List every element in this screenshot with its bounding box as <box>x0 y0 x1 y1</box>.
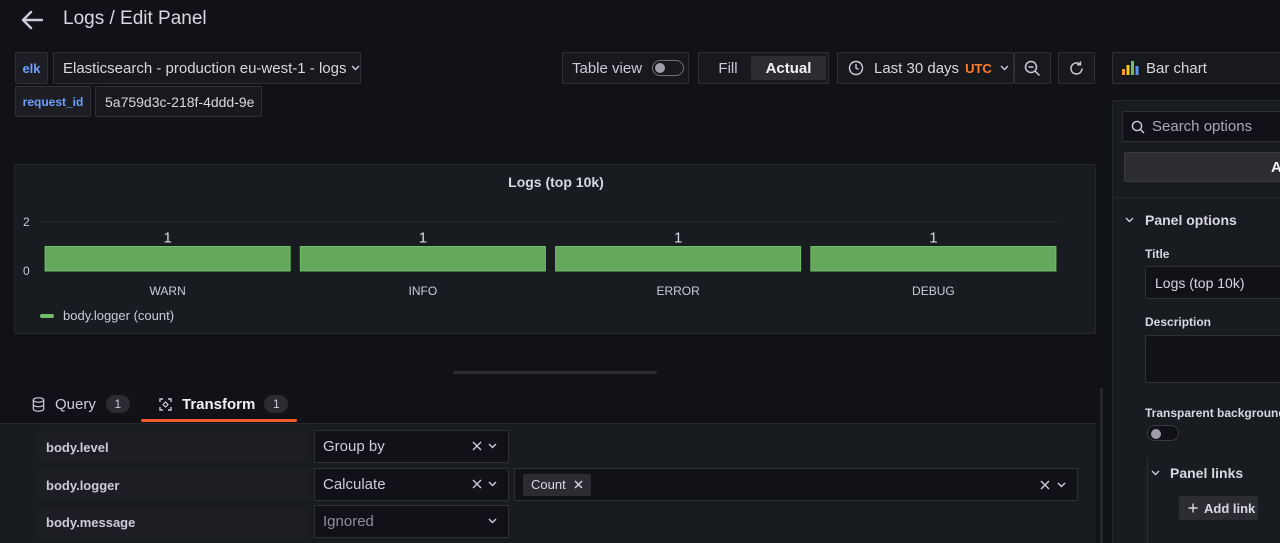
table-view-label: Table view <box>572 59 643 77</box>
tab-query[interactable]: Query 1 <box>32 392 130 416</box>
tab-query-label: Query <box>55 395 96 413</box>
y-tick-label: 2 <box>23 215 30 229</box>
chevron-down-icon <box>351 65 360 71</box>
resize-handle[interactable] <box>453 371 657 374</box>
filter-key-tag: request_id <box>15 86 91 117</box>
clock-icon <box>848 60 864 76</box>
active-tab-underline <box>141 419 297 422</box>
select-value: Group by <box>323 438 385 455</box>
calculations-multiselect[interactable]: Count <box>514 468 1078 501</box>
bar <box>44 246 291 272</box>
chart-legend[interactable]: body.logger (count) <box>40 308 174 323</box>
bar-data-label: 1 <box>163 230 171 247</box>
datasource-tag: elk <box>15 52 48 84</box>
x-tick-label: INFO <box>409 284 438 298</box>
chevron-down-icon <box>1057 482 1066 488</box>
title-input[interactable]: Logs (top 10k) <box>1145 266 1280 299</box>
time-range-label: Last 30 days <box>874 59 960 77</box>
filter-value-text: 5a759d3c-218f-4ddd-9e <box>105 93 255 110</box>
bar <box>299 246 546 272</box>
title-input-value: Logs (top 10k) <box>1155 274 1245 291</box>
tab-transform[interactable]: Transform 1 <box>158 392 289 416</box>
chevron-down-icon <box>488 481 497 487</box>
options-tab-label: A <box>1271 159 1280 176</box>
legend-swatch <box>40 313 54 318</box>
bar-chart: 2 0 1 WARN 1 INFO 1 ERROR 1 DEBUG <box>23 215 1061 298</box>
x-tick-label: ERROR <box>656 284 700 298</box>
description-textarea[interactable] <box>1145 335 1280 383</box>
tab-transform-count: 1 <box>264 395 289 413</box>
calculate-select[interactable]: Calculate <box>314 468 509 501</box>
select-value: Calculate <box>323 476 386 493</box>
options-tab-all[interactable]: A <box>1124 152 1280 182</box>
datasource-name: Elasticsearch - production eu-west-1 - l… <box>63 59 347 77</box>
chevron-down-icon[interactable] <box>1151 470 1160 476</box>
visualization-picker[interactable]: Bar chart <box>1112 52 1280 84</box>
back-arrow-icon[interactable] <box>20 8 44 32</box>
y-tick-label: 0 <box>23 264 30 278</box>
clear-icon[interactable] <box>471 440 483 452</box>
chevron-down-icon <box>488 518 497 524</box>
chevron-down-icon[interactable] <box>1125 217 1134 223</box>
transform-icon <box>158 397 173 412</box>
transparent-background-label: Transparent background <box>1145 406 1280 420</box>
panel-links-heading[interactable]: Panel links <box>1170 465 1243 481</box>
clear-icon[interactable] <box>1039 479 1051 491</box>
refresh-button[interactable] <box>1058 52 1095 84</box>
bar <box>810 246 1057 272</box>
chevron-down-icon <box>488 443 497 449</box>
select-value: Ignored <box>323 513 374 530</box>
search-icon <box>1131 120 1145 134</box>
zoom-out-icon <box>1024 60 1041 77</box>
transparent-toggle[interactable] <box>1147 425 1179 441</box>
fill-button[interactable]: Fill <box>703 56 753 80</box>
options-pane: Search options A Panel options Title Log… <box>1112 100 1280 543</box>
ignored-select[interactable]: Ignored <box>314 505 509 538</box>
toggle-switch[interactable] <box>652 60 685 76</box>
tab-query-count: 1 <box>105 395 130 413</box>
bar-data-label: 1 <box>419 230 427 247</box>
transform-editor: body.level Group by body.logger Calculat… <box>0 423 1096 543</box>
database-icon <box>32 396 45 412</box>
refresh-icon <box>1068 60 1085 77</box>
field-label-body-logger: body.logger <box>38 469 310 501</box>
group-by-select[interactable]: Group by <box>314 430 509 463</box>
plus-icon <box>1188 503 1198 513</box>
bar-data-label: 1 <box>929 230 937 247</box>
x-tick-label: WARN <box>150 284 186 298</box>
panel-options-heading[interactable]: Panel options <box>1145 212 1237 228</box>
search-placeholder: Search options <box>1152 118 1253 135</box>
page-title: Logs / Edit Panel <box>63 8 207 29</box>
filter-value-input[interactable]: 5a759d3c-218f-4ddd-9e <box>95 86 262 117</box>
table-view-toggle[interactable]: Table view <box>562 52 689 84</box>
title-field-label: Title <box>1145 247 1170 261</box>
tab-transform-label: Transform <box>182 395 256 413</box>
add-link-button[interactable]: Add link <box>1179 496 1258 520</box>
zoom-out-button[interactable] <box>1014 52 1051 84</box>
legend-label: body.logger (count) <box>63 308 175 323</box>
options-search-input[interactable]: Search options <box>1122 111 1280 142</box>
add-link-label: Add link <box>1204 500 1256 516</box>
visualization-label: Bar chart <box>1146 59 1207 77</box>
field-label-body-message: body.message <box>38 506 310 538</box>
bar <box>555 246 802 272</box>
clear-icon[interactable] <box>471 478 483 490</box>
timezone-label: UTC <box>965 60 992 76</box>
chart-panel: Logs (top 10k) 2 0 1 WARN 1 INFO 1 ERROR 1 DEBUG … <box>14 164 1096 334</box>
calc-chip-label: Count <box>531 477 566 492</box>
chevron-down-icon <box>1000 65 1009 71</box>
actual-button[interactable]: Actual <box>751 56 826 80</box>
time-range-picker[interactable]: Last 30 days UTC <box>837 52 1014 84</box>
fill-actual-group: Fill Actual <box>698 52 829 84</box>
description-field-label: Description <box>1145 315 1212 329</box>
bar-chart-icon <box>1121 60 1139 76</box>
calc-chip: Count <box>523 473 591 496</box>
section-divider <box>1113 197 1280 198</box>
datasource-picker[interactable]: Elasticsearch - production eu-west-1 - l… <box>53 52 361 84</box>
field-label-body-level: body.level <box>38 431 310 463</box>
bar-data-label: 1 <box>674 230 682 247</box>
chip-remove-icon[interactable] <box>574 480 583 489</box>
editor-scrollbar[interactable] <box>1100 388 1103 543</box>
x-tick-label: DEBUG <box>912 284 955 298</box>
